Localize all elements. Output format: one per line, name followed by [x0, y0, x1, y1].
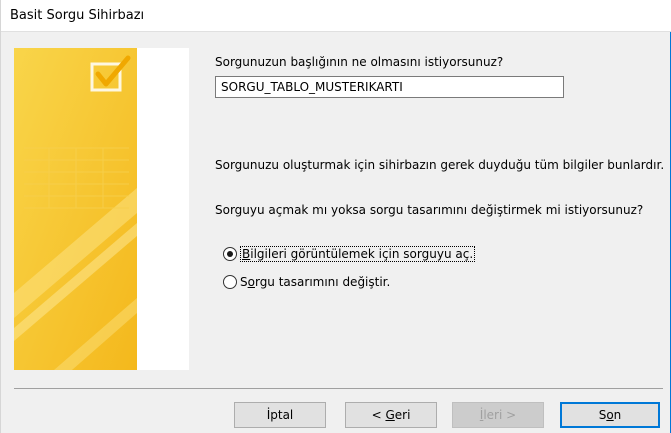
- info-text: Sorgunuzu oluşturmak için sihirbazın ger…: [215, 158, 665, 172]
- query-title-input[interactable]: [215, 76, 564, 98]
- window-title: Basit Sorgu Sihirbazı: [10, 8, 145, 23]
- action-question: Sorguyu açmak mı yoksa sorgu tasarımını …: [215, 203, 644, 217]
- modify-design-label: Sorgu tasarımını değiştir.: [240, 275, 391, 289]
- cancel-button[interactable]: İptal: [234, 402, 326, 428]
- open-query-option[interactable]: Bilgileri görüntülemek için sorguyu aç.: [223, 246, 476, 262]
- button-separator: [14, 388, 663, 389]
- title-question: Sorgunuzun başlığının ne olmasını istiyo…: [215, 55, 504, 69]
- modify-design-radio[interactable]: [223, 275, 237, 289]
- open-query-radio[interactable]: [223, 247, 237, 261]
- title-divider: [1, 31, 671, 32]
- finish-button[interactable]: Son: [560, 402, 660, 428]
- wizard-illustration: [14, 48, 189, 370]
- wizard-window: Basit Sorgu Sihirbazı Sorgunuzun başlığı…: [0, 0, 671, 433]
- query-wizard-art-icon: [14, 48, 137, 370]
- next-button[interactable]: İleri >: [452, 402, 544, 428]
- back-button[interactable]: < Geri: [345, 402, 437, 428]
- title-bar[interactable]: Basit Sorgu Sihirbazı: [1, 0, 671, 31]
- open-query-label: Bilgileri görüntülemek için sorguyu aç.: [240, 246, 476, 262]
- modify-design-option[interactable]: Sorgu tasarımını değiştir.: [223, 275, 390, 289]
